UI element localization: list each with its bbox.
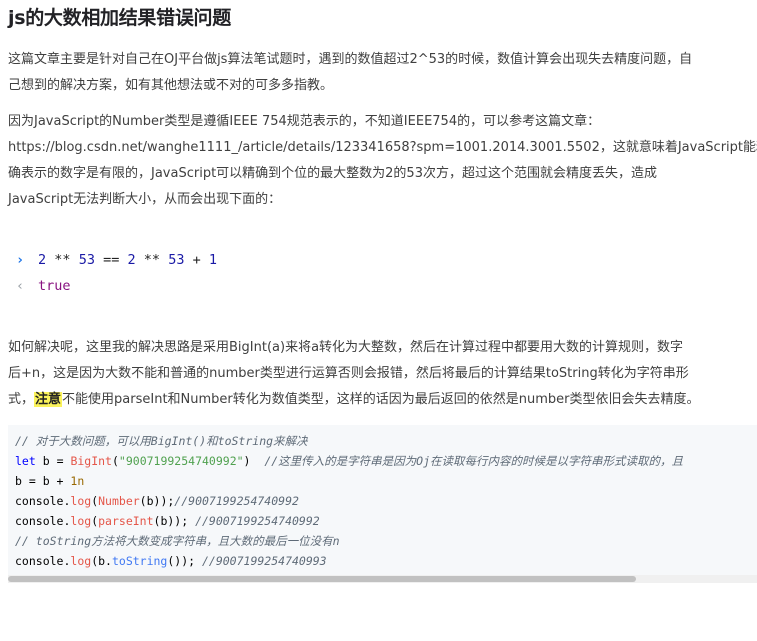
code-comment: //9007199254740992: [195, 514, 320, 528]
code-line: // 对于大数问题，可以用BigInt()和toString来解决: [15, 431, 757, 451]
horizontal-scrollbar[interactable]: [8, 575, 757, 583]
arrow-left-icon: ‹: [16, 278, 25, 294]
code-method: toString: [111, 554, 168, 568]
code-op: =: [49, 454, 71, 468]
code-number: 1n: [70, 474, 85, 488]
code-comment: //9007199254740992: [174, 494, 299, 508]
solution-text: 不能使用parseInt和Number转化为数值类型，这样的话因为最后返回的依然…: [62, 392, 700, 407]
console-token: 2: [127, 252, 136, 268]
code-line: console.log(b.toString()); //90071992547…: [15, 554, 327, 568]
console-token: 53: [78, 252, 95, 268]
code-function: BigInt: [70, 454, 112, 468]
solution-line-2: 后+n，这是因为大数不能和普通的number类型进行运算否则会报错，然后将最后的…: [8, 366, 689, 381]
explain-line-2: https://blog.csdn.net/wanghe1111_/articl…: [8, 140, 757, 155]
article-title: js的大数相加结果错误问题: [8, 7, 231, 29]
code-comment: //这里传入的是字符串是因为Oj在读取每行内容的时候是以字符串形式读取的，且: [264, 454, 684, 468]
scrollbar-thumb[interactable]: [8, 576, 636, 582]
code-block: // 对于大数问题，可以用BigInt()和toString来解决 let b …: [8, 425, 757, 583]
code-object: console: [15, 514, 64, 528]
solution-line-3: 式，注意不能使用parseInt和Number转化为数值类型，这样的话因为最后返…: [8, 387, 757, 413]
console-input-row: › 2 ** 53 == 2 ** 53 + 1: [16, 247, 757, 273]
console-token: **: [143, 252, 161, 268]
console-token: +: [192, 252, 201, 268]
console-token: 1: [208, 252, 218, 268]
console-token: 2: [38, 252, 47, 268]
code-keyword: let: [15, 454, 36, 468]
code-line: console.log(Number(b));//900719925474099…: [15, 494, 299, 508]
solution-line-1: 如何解决呢，这里我的解决思路是采用BigInt(a)来将a转化为大整数，然后在计…: [8, 340, 684, 355]
code-method: log: [70, 494, 92, 508]
code-line: let b = BigInt("9007199254740992") //这里传…: [15, 454, 684, 468]
console-token: 53: [168, 252, 185, 268]
code-object: console: [15, 494, 64, 508]
code-function: Number: [98, 494, 140, 508]
console-screenshot: › 2 ** 53 == 2 ** 53 + 1 ‹ true: [8, 247, 757, 299]
console-result: true: [38, 278, 71, 294]
explain-line-4: JavaScript无法判断大小，从而会出现下面的：: [8, 192, 282, 207]
code-line: b = b + 1n: [15, 471, 757, 491]
code-lines: // 对于大数问题，可以用BigInt()和toString来解决 let b …: [8, 425, 757, 571]
code-method: log: [70, 514, 92, 528]
code-comment: // toString方法将大数变成字符串，且大数的最后一位没有n: [15, 534, 340, 548]
intro-line-1: 这篇文章主要是针对自己在OJ平台做js算法笔试题时，遇到的数值超过2^53的时候…: [8, 52, 693, 67]
code-object: console: [15, 554, 64, 568]
code-string: "9007199254740992": [118, 454, 244, 468]
article: js的大数相加结果错误问题 这篇文章主要是针对自己在OJ平台做js算法笔试题时，…: [8, 0, 757, 583]
explain-line-1: 因为JavaScript的Number类型是遵循IEEE 754规范表示的，不知…: [8, 114, 601, 129]
code-var: b: [42, 454, 50, 468]
solution-text: 式，: [8, 392, 35, 407]
explain-line-3: 确表示的数字是有限的，JavaScript可以精确到个位的最大整数为2的53次方…: [8, 166, 657, 181]
chevron-right-icon: ›: [16, 252, 25, 268]
code-text: b = b +: [15, 474, 71, 488]
code-line: console.log(parseInt(b)); //900719925474…: [15, 514, 320, 528]
console-token: ==: [103, 252, 120, 268]
code-function: parseInt: [98, 514, 154, 528]
code-comment: //9007199254740993: [201, 554, 327, 568]
console-token: **: [54, 252, 71, 268]
intro-line-2: 己想到的解决方案，如有其他想法或不对的可多多指教。: [8, 78, 334, 93]
highlight-note: 注意: [34, 392, 63, 407]
code-line: // toString方法将大数变成字符串，且大数的最后一位没有n: [15, 531, 757, 551]
code-method: log: [70, 554, 92, 568]
code-comment: // 对于大数问题，可以用BigInt()和toString来解决: [15, 434, 308, 448]
console-output-row: ‹ true: [16, 273, 757, 299]
